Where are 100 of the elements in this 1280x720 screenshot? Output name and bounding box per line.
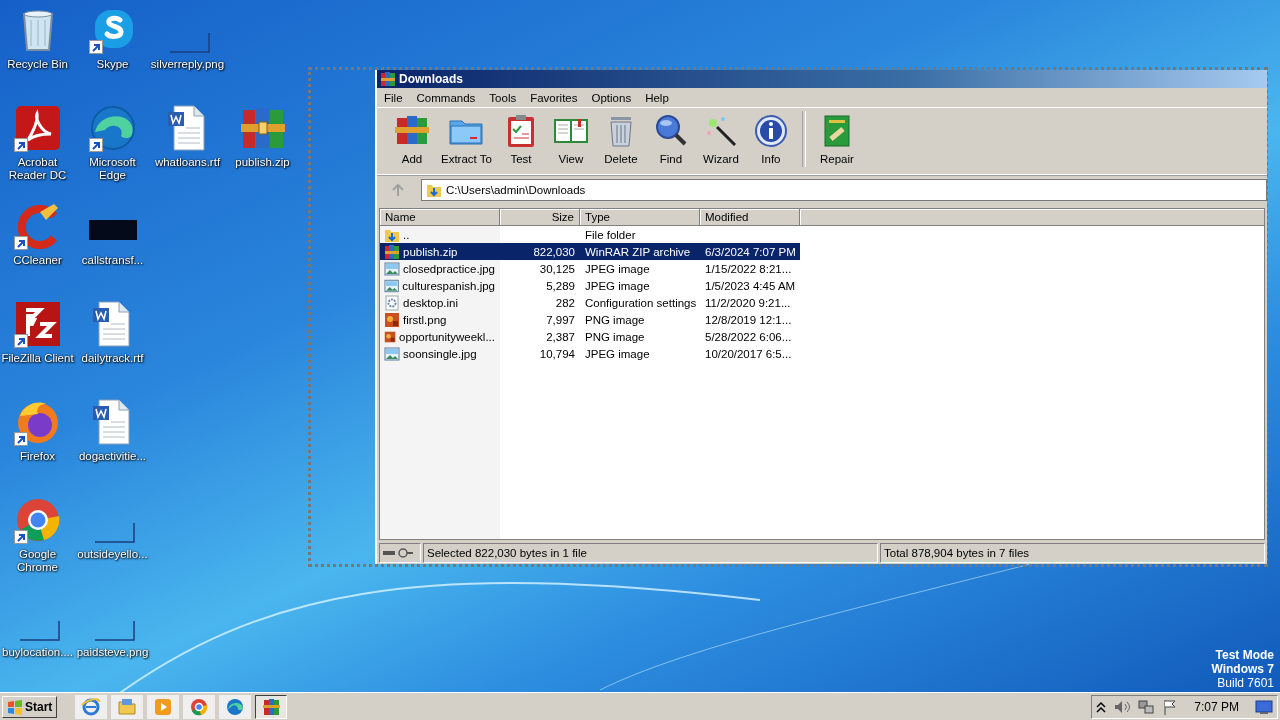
toolbar-button[interactable]: Delete xyxy=(595,111,646,167)
blank-thumbnail-icon xyxy=(19,621,60,641)
chrome-browser-icon xyxy=(189,696,210,717)
desktop-shortcut[interactable]: silverreply.png xyxy=(150,0,225,98)
file-name: opportunityweekl... xyxy=(399,330,495,343)
file-name: .. xyxy=(403,228,410,241)
file-size: 5,289 xyxy=(546,279,575,292)
menu-item[interactable]: Options xyxy=(584,91,639,104)
os-watermark-text: Build 7601 xyxy=(1216,676,1274,690)
file-name: publish.zip xyxy=(403,245,458,258)
icon-label: outsideyello... xyxy=(77,548,148,561)
browser-wave-icon xyxy=(225,696,246,717)
file-modified: 11/2/2020 9:21... xyxy=(705,296,791,309)
ftp-app-icon xyxy=(13,300,62,348)
file-row[interactable]: culturespanish.jpg 5,289 JPEG image 1/5/2023 4:45 AM xyxy=(380,277,800,294)
file-row[interactable]: publish.zip 822,030 WinRAR ZIP archive 6/3/2024 7:07 PM xyxy=(380,243,800,260)
file-row[interactable]: firstl.png 7,997 PNG image 12/8/2019 12:1... xyxy=(380,311,800,328)
blank-thumbnail-icon xyxy=(94,523,135,543)
toolbar-button[interactable]: Repair xyxy=(811,111,862,167)
menu-item[interactable]: Commands xyxy=(409,91,483,104)
desktop-shortcut[interactable]: Firefox xyxy=(0,392,75,490)
file-modified: 10/20/2017 6:5... xyxy=(705,347,792,360)
column-header[interactable]: Type xyxy=(580,209,700,226)
icon-label: callstransf... xyxy=(81,254,144,267)
file-row[interactable]: closedpractice.jpg 30,125 JPEG image 1/15/2022 8:21... xyxy=(380,260,800,277)
file-size: 7,997 xyxy=(546,313,575,326)
file-modified: 5/28/2022 6:06... xyxy=(705,330,792,343)
file-row[interactable]: soonsingle.jpg 10,794 JPEG image 10/20/2017 6:5... xyxy=(380,345,800,362)
desktop-shortcut[interactable]: whatloans.rtf xyxy=(150,98,225,196)
windows-logo-icon xyxy=(7,698,23,715)
file-modified: 1/15/2022 8:21... xyxy=(705,262,792,275)
file-modified: 6/3/2024 7:07 PM xyxy=(705,245,796,258)
toolbar-button[interactable]: Extract To xyxy=(437,111,496,167)
menu-item[interactable]: Tools xyxy=(482,91,524,104)
icon-label: silverreply.png xyxy=(150,58,225,71)
toolbar-button[interactable]: Wizard xyxy=(695,111,746,167)
archive-books-icon xyxy=(384,243,400,260)
file-modified: 1/5/2023 4:45 AM xyxy=(705,279,796,292)
desktop-shortcut[interactable]: publish.zip xyxy=(225,98,300,196)
archive-books-icon xyxy=(380,71,396,87)
desktop-shortcut[interactable]: Acrobat Reader DC xyxy=(0,98,75,196)
icon-label: paidsteve.png xyxy=(76,646,149,659)
icon-label: Recycle Bin xyxy=(7,58,68,71)
desktop-shortcut[interactable]: FileZilla Client xyxy=(0,294,75,392)
file-modified: 12/8/2019 12:1... xyxy=(705,313,792,326)
os-watermark-text: Test Mode xyxy=(1214,648,1274,662)
menu-item[interactable]: Favorites xyxy=(523,91,585,104)
status-text: Selected 822,030 bytes in 1 file xyxy=(427,547,587,559)
icon-label: CCleaner xyxy=(13,254,62,267)
file-row[interactable]: desktop.ini 282 Configuration settings 11/2/2020 9:21... xyxy=(380,294,800,311)
toolbar-button[interactable]: Test xyxy=(495,111,546,167)
toolbar-button[interactable]: View xyxy=(545,111,596,167)
dark-thumbnail-icon xyxy=(88,220,137,240)
blank-thumbnail-icon xyxy=(94,621,135,641)
icon-label: publish.zip xyxy=(235,156,290,169)
folder-up-icon xyxy=(426,182,442,198)
desktop-shortcut[interactable]: Microsoft Edge xyxy=(75,98,150,196)
icon-label: dailytrack.rtf xyxy=(81,352,144,365)
toolbar-button[interactable]: Find xyxy=(645,111,696,167)
icon-label: Microsoft Edge xyxy=(88,156,137,182)
file-size: 282 xyxy=(555,296,575,309)
image-file-icon xyxy=(384,260,400,277)
toolbar-button[interactable]: Info xyxy=(745,111,796,167)
file-size: 30,125 xyxy=(539,262,575,275)
browser-e-icon xyxy=(81,696,102,717)
media-player-icon xyxy=(153,696,174,717)
file-name: firstl.png xyxy=(403,313,447,326)
icon-label: Google Chrome xyxy=(16,548,59,574)
show-desktop-icon xyxy=(1255,698,1273,715)
desktop-shortcut[interactable]: callstransf... xyxy=(75,196,150,294)
icon-label: Acrobat Reader DC xyxy=(7,156,68,182)
column-header[interactable]: Name xyxy=(380,209,500,226)
file-row[interactable]: opportunityweekl... 2,387 PNG image 5/28/2022 6:06... xyxy=(380,328,800,345)
desktop-shortcut[interactable]: Skype xyxy=(75,0,150,98)
desktop-shortcut[interactable]: dailytrack.rtf xyxy=(75,294,150,392)
archive-books-icon xyxy=(261,696,282,717)
file-type: PNG image xyxy=(585,330,645,343)
start-button[interactable]: Start xyxy=(2,695,58,718)
file-name: soonsingle.jpg xyxy=(403,347,477,360)
column-header[interactable]: Size xyxy=(500,209,580,226)
desktop-shortcut[interactable]: CCleaner xyxy=(0,196,75,294)
file-type: PNG image xyxy=(585,313,645,326)
file-name: culturespanish.jpg xyxy=(402,279,495,292)
clock[interactable]: 7:07 PM xyxy=(1194,699,1239,714)
menu-item[interactable]: File xyxy=(377,91,410,104)
file-name: desktop.ini xyxy=(403,296,458,309)
toolbar-button[interactable]: Add xyxy=(387,111,437,167)
file-type: JPEG image xyxy=(585,347,650,360)
desktop-shortcut[interactable]: Recycle Bin xyxy=(0,0,75,98)
file-type: JPEG image xyxy=(585,279,650,292)
file-type: JPEG image xyxy=(585,262,650,275)
taskbar-button[interactable] xyxy=(255,694,288,719)
address-field[interactable]: C:\Users\admin\Downloads xyxy=(421,179,1267,201)
file-row[interactable]: .. File folder xyxy=(380,226,800,243)
file-name: closedpractice.jpg xyxy=(402,262,495,275)
file-type: WinRAR ZIP archive xyxy=(585,245,691,258)
menu-item[interactable]: Help xyxy=(638,91,676,104)
status-text: Total 878,904 bytes in 7 files xyxy=(884,547,1030,559)
os-watermark-text: Windows 7 xyxy=(1211,662,1274,676)
column-header[interactable]: Modified xyxy=(700,209,800,226)
